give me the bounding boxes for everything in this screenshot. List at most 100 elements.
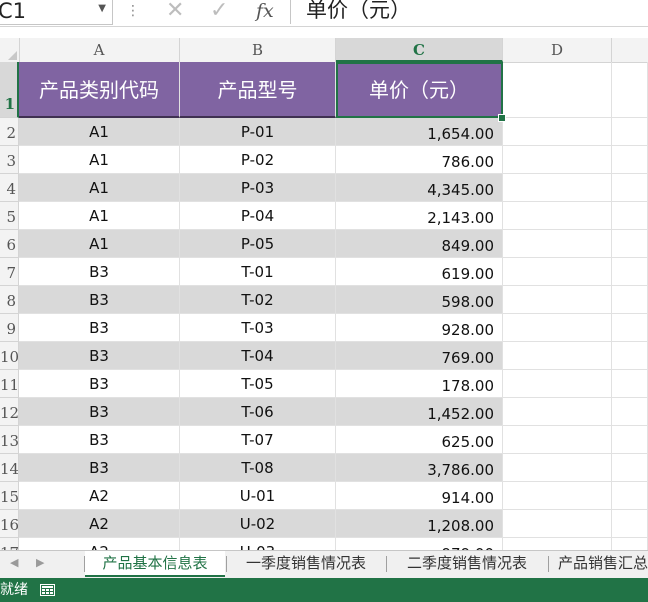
sheet-tab-sales-summary[interactable]: 产品销售汇总 <box>558 551 648 575</box>
cell-category-code[interactable]: B3 <box>19 426 180 454</box>
cell-column-e[interactable] <box>612 174 648 202</box>
cell-column-d[interactable] <box>503 342 612 370</box>
cell-column-d[interactable] <box>503 174 612 202</box>
cell-column-e[interactable] <box>612 454 648 482</box>
cell-column-d[interactable] <box>503 286 612 314</box>
cell-column-e[interactable] <box>612 398 648 426</box>
cell-unit-price[interactable]: 769.00 <box>336 342 503 370</box>
row-header[interactable]: 11 <box>0 370 19 398</box>
cell-model[interactable]: T-07 <box>180 426 336 454</box>
cell-unit-price[interactable]: 2,143.00 <box>336 202 503 230</box>
cell-column-e[interactable] <box>612 314 648 342</box>
formula-input[interactable]: 单价（元） <box>306 0 411 23</box>
row-header[interactable]: 16 <box>0 510 19 538</box>
cell-column-d[interactable] <box>503 314 612 342</box>
cell-category-code[interactable]: A2 <box>19 538 180 550</box>
sheet-tab-product-info[interactable]: 产品基本信息表 <box>85 551 225 577</box>
more-options-icon[interactable]: ⋮ <box>126 0 140 22</box>
row-header[interactable]: 15 <box>0 482 19 510</box>
cell-column-e[interactable] <box>612 286 648 314</box>
header-cell-unit-price[interactable]: 单价（元） <box>336 62 503 118</box>
cell-unit-price[interactable]: 786.00 <box>336 146 503 174</box>
row-header[interactable]: 4 <box>0 174 19 202</box>
cell-unit-price[interactable]: 849.00 <box>336 230 503 258</box>
cell-model[interactable]: T-03 <box>180 314 336 342</box>
cell-model[interactable]: T-06 <box>180 398 336 426</box>
cell-category-code[interactable]: A1 <box>19 174 180 202</box>
cell-column-e[interactable] <box>612 146 648 174</box>
cell-category-code[interactable]: B3 <box>19 258 180 286</box>
cell-column-e[interactable] <box>612 342 648 370</box>
cell-column-d[interactable] <box>503 482 612 510</box>
cell-unit-price[interactable]: 4,345.00 <box>336 174 503 202</box>
cell-model[interactable]: T-08 <box>180 454 336 482</box>
cell-model[interactable]: P-01 <box>180 118 336 146</box>
insert-function-icon[interactable]: fx <box>256 0 274 23</box>
cell-category-code[interactable]: B3 <box>19 370 180 398</box>
cell-unit-price[interactable]: 1,208.00 <box>336 510 503 538</box>
row-header[interactable]: 2 <box>0 118 19 146</box>
cell-unit-price[interactable]: 1,654.00 <box>336 118 503 146</box>
cell-category-code[interactable]: B3 <box>19 342 180 370</box>
cell-model[interactable]: T-01 <box>180 258 336 286</box>
column-header-a[interactable]: A <box>19 38 180 62</box>
cell-category-code[interactable]: B3 <box>19 314 180 342</box>
cell-category-code[interactable]: B3 <box>19 454 180 482</box>
cell-model[interactable]: U-03 <box>180 538 336 550</box>
cell-unit-price[interactable]: 619.00 <box>336 258 503 286</box>
cell-category-code[interactable]: A1 <box>19 118 180 146</box>
cell-column-e[interactable] <box>612 426 648 454</box>
name-box[interactable]: C1 ▼ <box>0 0 113 25</box>
cell-unit-price[interactable]: 3,786.00 <box>336 454 503 482</box>
cell-model[interactable]: P-02 <box>180 146 336 174</box>
cell-column-e[interactable] <box>612 482 648 510</box>
cell-column-d[interactable] <box>503 202 612 230</box>
column-header-d[interactable]: D <box>503 38 612 62</box>
row-header-1[interactable]: 1 <box>0 62 19 118</box>
cell-model[interactable]: U-02 <box>180 510 336 538</box>
cell-model[interactable]: P-03 <box>180 174 336 202</box>
scroll-tabs-right-icon[interactable]: ▶ <box>36 556 44 569</box>
cell-column-e[interactable] <box>612 118 648 146</box>
cell-model[interactable]: P-05 <box>180 230 336 258</box>
cell-category-code[interactable]: A2 <box>19 482 180 510</box>
column-header-b[interactable]: B <box>180 38 336 62</box>
row-header[interactable]: 6 <box>0 230 19 258</box>
macro-record-icon[interactable] <box>40 584 55 596</box>
row-header[interactable]: 7 <box>0 258 19 286</box>
cell-category-code[interactable]: A1 <box>19 230 180 258</box>
cell-model[interactable]: T-02 <box>180 286 336 314</box>
cell-column-d[interactable] <box>503 118 612 146</box>
column-header-c[interactable]: C <box>336 38 503 62</box>
cell-category-code[interactable]: A2 <box>19 510 180 538</box>
cell-column-d[interactable] <box>503 258 612 286</box>
cell-category-code[interactable]: B3 <box>19 286 180 314</box>
cell-column-d[interactable] <box>503 426 612 454</box>
row-header[interactable]: 5 <box>0 202 19 230</box>
cell-column-d[interactable] <box>503 146 612 174</box>
cell-category-code[interactable]: A1 <box>19 146 180 174</box>
cell-column-d[interactable] <box>503 230 612 258</box>
sheet-tab-q2-sales[interactable]: 二季度销售情况表 <box>387 551 547 575</box>
cell-column-d[interactable] <box>503 454 612 482</box>
cell-model[interactable]: P-04 <box>180 202 336 230</box>
cell-category-code[interactable]: B3 <box>19 398 180 426</box>
cell-category-code[interactable]: A1 <box>19 202 180 230</box>
row-header[interactable]: 9 <box>0 314 19 342</box>
cell-column-e[interactable] <box>612 258 648 286</box>
header-cell-category-code[interactable]: 产品类别代码 <box>19 62 180 118</box>
row-header[interactable]: 17 <box>0 538 19 550</box>
row-header[interactable]: 8 <box>0 286 19 314</box>
select-all-button[interactable] <box>0 38 20 62</box>
cell-column-e[interactable] <box>612 370 648 398</box>
cell-model[interactable]: T-04 <box>180 342 336 370</box>
cell-model[interactable]: U-01 <box>180 482 336 510</box>
header-cell-model[interactable]: 产品型号 <box>180 62 336 118</box>
column-header-e[interactable] <box>612 38 648 62</box>
fill-handle[interactable] <box>498 114 506 122</box>
cell-column-e[interactable] <box>612 202 648 230</box>
cell-column-e[interactable] <box>612 510 648 538</box>
cell-column-e[interactable] <box>612 230 648 258</box>
cancel-icon[interactable]: ✕ <box>166 0 184 24</box>
cell-column-d[interactable] <box>503 398 612 426</box>
